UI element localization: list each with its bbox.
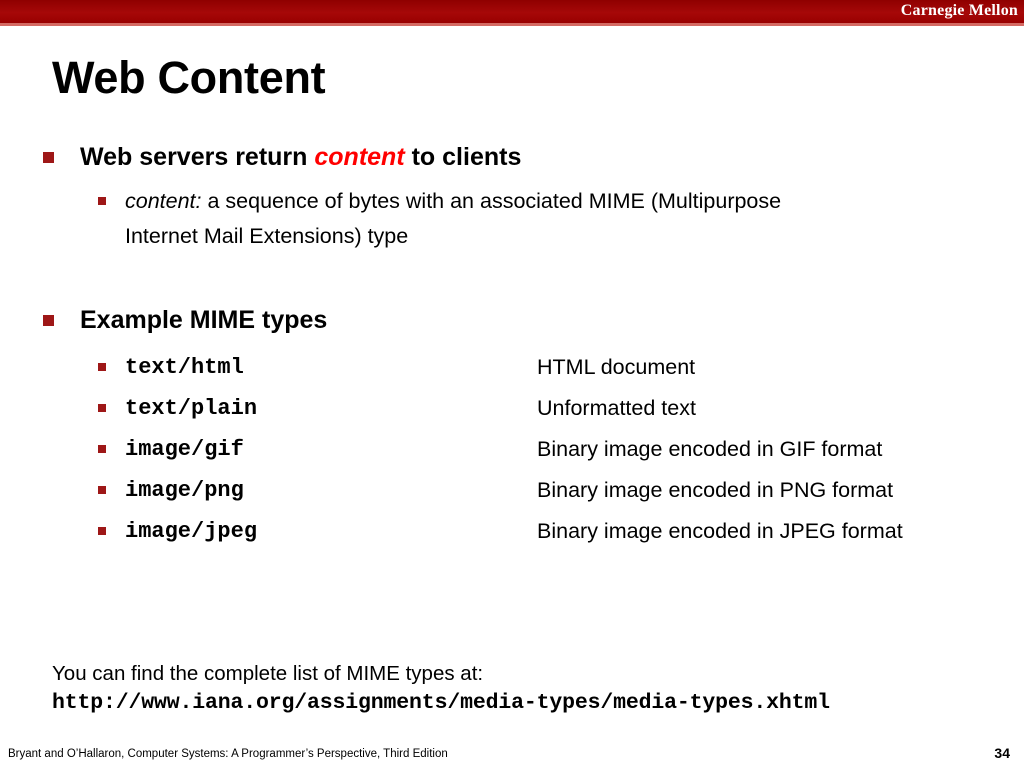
mime-type-value: text/plain: [125, 396, 258, 421]
subbullet-content-definition: content: a sequence of bytes with an ass…: [0, 184, 1024, 254]
bullet-text-highlight: content: [314, 143, 405, 171]
slide-page-number: 34: [994, 745, 1010, 761]
bullet-text: Example MIME types: [80, 306, 328, 334]
mime-reference-note: You can find the complete list of MIME t…: [52, 660, 1012, 718]
subbullet-square-icon: [98, 404, 106, 412]
mime-type-description: Unformatted text: [537, 396, 696, 420]
table-row: image/jpeg Binary image encoded in JPEG …: [0, 511, 1024, 552]
mime-type-description: HTML document: [537, 355, 696, 379]
banner-underline: [0, 23, 1024, 26]
mime-type-description: Binary image encoded in GIF format: [537, 437, 883, 461]
bullet-square-icon: [43, 315, 54, 326]
bullet-text-pre: Web servers return: [80, 143, 315, 171]
table-row: image/png Binary image encoded in PNG fo…: [0, 470, 1024, 511]
footer-citation: Bryant and O’Hallaron, Computer Systems:…: [8, 748, 448, 760]
subbullet-square-icon: [98, 445, 106, 453]
mime-type-description: Binary image encoded in PNG format: [537, 478, 894, 502]
subbullet-line1-text: a sequence of bytes with an associated M…: [201, 189, 782, 213]
table-row: text/html HTML document: [0, 347, 1024, 388]
section-web-servers: Web servers return content to clients co…: [0, 140, 1024, 254]
subbullet-square-icon: [98, 486, 106, 494]
subbullet-lead-term: content:: [125, 189, 202, 213]
bullet-square-icon: [43, 152, 54, 163]
iana-mime-types-url[interactable]: http://www.iana.org/assignments/media-ty…: [52, 688, 1012, 718]
page-title: Web Content: [52, 52, 326, 103]
mime-type-value: image/png: [125, 478, 244, 503]
mime-type-description: Binary image encoded in JPEG format: [537, 519, 903, 543]
top-banner: [0, 0, 1024, 23]
bullet-example-mime-types: Example MIME types: [0, 303, 1024, 337]
table-row: text/plain Unformatted text: [0, 388, 1024, 429]
table-row: image/gif Binary image encoded in GIF fo…: [0, 429, 1024, 470]
mime-type-value: text/html: [125, 355, 244, 380]
subbullet-square-icon: [98, 197, 106, 205]
subbullet-line2-text: Internet Mail Extensions) type: [125, 224, 409, 248]
mime-type-value: image/jpeg: [125, 519, 258, 544]
bullet-text-post: to clients: [404, 143, 522, 171]
slide-body: Web servers return content to clients co…: [0, 140, 1024, 552]
brand-logo-text: Carnegie Mellon: [900, 2, 1018, 19]
mime-type-value: image/gif: [125, 437, 244, 462]
note-text: You can find the complete list of MIME t…: [52, 662, 484, 685]
bullet-web-servers-return-content: Web servers return content to clients: [0, 140, 1024, 174]
section-example-mime-types: Example MIME types text/html HTML docume…: [0, 303, 1024, 552]
subbullet-square-icon: [98, 527, 106, 535]
subbullet-square-icon: [98, 363, 106, 371]
mime-type-list: text/html HTML document text/plain Unfor…: [0, 347, 1024, 552]
